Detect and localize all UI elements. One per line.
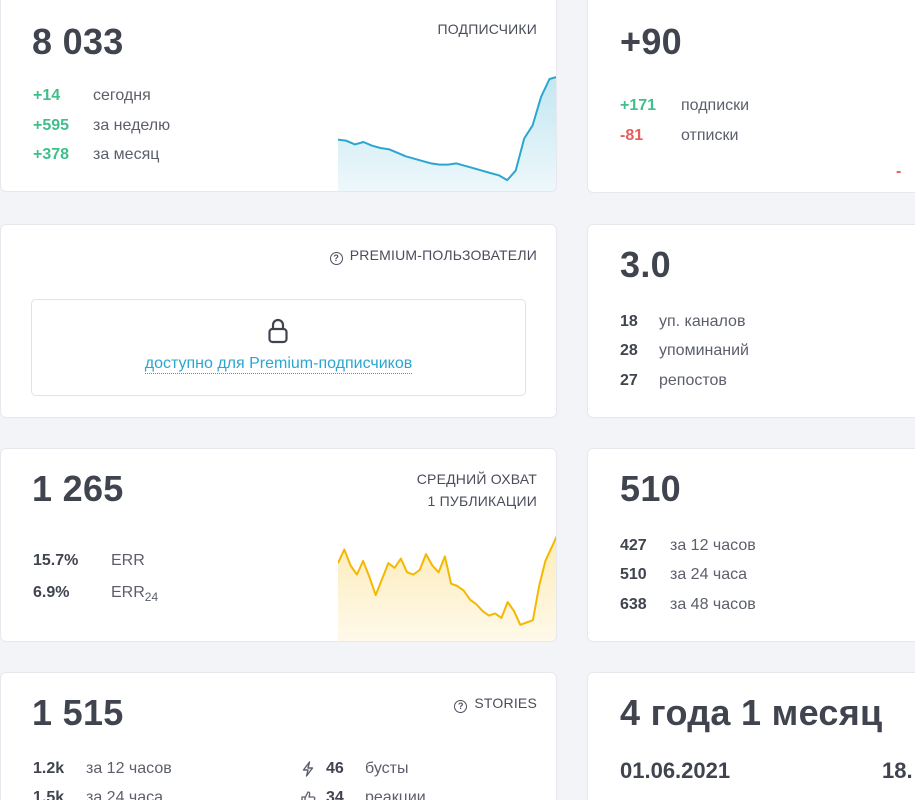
reach-err24-label-text: ERR — [111, 584, 145, 601]
stories-24h-label: за 24 часа — [86, 789, 164, 800]
views-24h-label: за 24 часа — [670, 566, 748, 583]
premium-caption-text: premium-пользователи — [349, 247, 537, 263]
premium-locked-box: доступно для Premium-подписчиков — [31, 299, 526, 396]
citation-card: 3.0 18 уп. каналов 28 упоминаний 27 репо… — [587, 224, 915, 418]
citation-reposts-label: репостов — [659, 372, 727, 389]
stories-total: 1 515 — [32, 692, 124, 733]
net-subscribes-value: +171 — [620, 97, 657, 114]
reach-err-label: ERR — [111, 552, 145, 569]
views-total: 510 — [620, 468, 681, 509]
reach-card: 1 265 средний охват 1 публикации 15.7% E… — [0, 448, 557, 642]
stories-12h-value: 1.2k — [33, 760, 65, 777]
subscribers-caption: подписчики — [437, 21, 537, 37]
stories-24h-value: 1.5k — [33, 789, 65, 800]
views-12h-value: 427 — [620, 537, 647, 554]
subscribers-week-value: +595 — [33, 117, 70, 134]
citation-reposts-value: 27 — [620, 372, 638, 389]
premium-users-card: ? premium-пользователи доступно для Premi… — [0, 224, 557, 418]
reach-sparkline — [338, 535, 556, 641]
subscribers-sparkline-area — [338, 77, 556, 191]
reach-err24-label: ERR24 — [111, 582, 158, 608]
net-change-total: +90 — [620, 21, 682, 62]
reach-total: 1 265 — [32, 468, 124, 509]
channel-date-right: 18. — [882, 758, 913, 783]
reach-err24-value: 6.9% — [33, 584, 70, 601]
stories-boosts-value: 46 — [326, 760, 344, 777]
subscribers-card: 8 033 подписчики +14 сегодня +595 за нед… — [0, 0, 557, 192]
info-icon[interactable]: ? — [329, 252, 343, 265]
net-subscribes-label: подписки — [681, 97, 750, 114]
net-unsubscribes-label: отписки — [681, 127, 739, 144]
lightning-icon — [302, 761, 314, 777]
reach-caption-line1: средний охват — [416, 471, 537, 487]
stories-card: 1 515 ? stories 1.2k за 12 часов 1.5k за … — [0, 672, 557, 800]
views-48h-label: за 48 часов — [670, 596, 756, 613]
reach-caption: средний охват 1 публикации — [417, 468, 537, 512]
stories-reactions-label: реакции — [365, 789, 426, 800]
net-unsubscribes-value: -81 — [620, 127, 644, 144]
citation-mentions-label: упоминаний — [659, 342, 749, 359]
citation-mentions-value: 28 — [620, 342, 638, 359]
premium-access-link[interactable]: доступно для Premium-подписчиков — [32, 355, 525, 374]
stories-12h-label: за 12 часов — [86, 760, 172, 777]
reach-sparkline-area — [338, 537, 556, 641]
subscribers-today-label: сегодня — [93, 87, 151, 104]
views-48h-value: 638 — [620, 596, 647, 613]
citation-total: 3.0 — [620, 244, 671, 285]
subscribers-sparkline — [338, 76, 556, 191]
premium-access-link-text[interactable]: доступно для Premium-подписчиков — [144, 355, 413, 374]
subscribers-today-value: +14 — [33, 87, 61, 104]
channel-age-total: 4 года 1 месяц — [620, 692, 883, 733]
net-change-card: +90 +171 подписки -81 отписки - — [587, 0, 915, 193]
premium-caption: ? premium-пользователи — [329, 244, 537, 266]
stories-reactions-value: 34 — [326, 789, 344, 800]
citation-channels-label: уп. каналов — [659, 313, 746, 330]
subscribers-month-label: за месяц — [93, 146, 160, 163]
stories-caption-text: stories — [474, 695, 537, 711]
stories-caption: ? stories — [454, 692, 537, 714]
info-icon[interactable]: ? — [454, 700, 468, 713]
subscribers-month-value: +378 — [33, 146, 70, 163]
net-chart-marker: - — [896, 163, 902, 180]
reach-err-value: 15.7% — [33, 552, 79, 569]
subscribers-week-label: за неделю — [93, 117, 171, 134]
lock-icon — [268, 318, 288, 344]
reach-err24-subscript: 24 — [144, 590, 159, 604]
thumbs-up-icon — [301, 791, 316, 800]
stories-boosts-label: бусты — [365, 760, 409, 777]
views-card: 510 427 за 12 часов 510 за 24 часа 638 з… — [587, 448, 915, 642]
views-12h-label: за 12 часов — [670, 537, 756, 554]
views-24h-value: 510 — [620, 566, 647, 583]
channel-age-card: 4 года 1 месяц 01.06.2021 18. — [587, 672, 915, 800]
channel-created-date: 01.06.2021 — [620, 758, 731, 783]
citation-channels-value: 18 — [620, 313, 638, 330]
subscribers-total: 8 033 — [32, 21, 124, 62]
reach-caption-line2: 1 публикации — [427, 493, 537, 509]
